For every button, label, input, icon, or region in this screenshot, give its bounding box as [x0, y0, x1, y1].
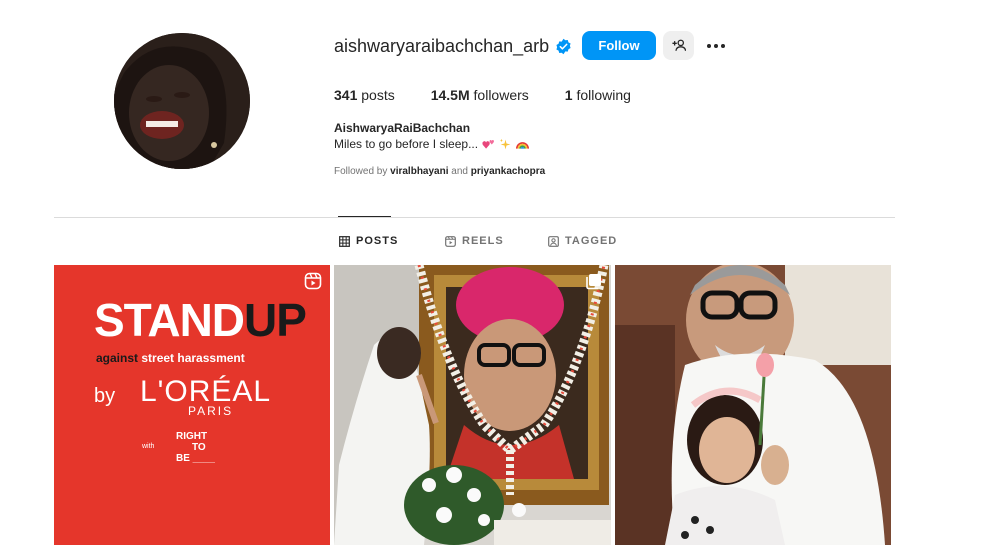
against-text: against	[96, 351, 139, 365]
post-image	[334, 265, 611, 545]
profile-stats: 341 posts 14.5M followers 1 following	[334, 86, 667, 104]
posts-count: 341	[334, 87, 358, 103]
following-label: following	[576, 87, 631, 103]
grid-icon	[339, 235, 350, 247]
followers-label: followers	[473, 87, 529, 103]
profile-full-name: AishwaryaRaiBachchan	[334, 121, 471, 135]
followers-count-stat[interactable]: 14.5M followers	[431, 86, 529, 104]
street-text: street harassment	[141, 351, 245, 365]
active-tab-indicator	[338, 216, 391, 217]
followed-by-user-link[interactable]: viralbhayani	[390, 166, 448, 177]
tagged-icon	[548, 235, 559, 247]
following-count-stat[interactable]: 1 following	[565, 86, 631, 104]
tab-tagged-label: TAGGED	[565, 235, 618, 247]
tab-reels-label: REELS	[462, 235, 504, 247]
sparkles-icon	[499, 138, 511, 149]
carousel-icon	[586, 274, 601, 290]
post-tile[interactable]	[615, 265, 891, 545]
profile-bio: Miles to go before I sleep...	[334, 137, 530, 151]
post-headline: STANDUP	[94, 294, 307, 346]
posts-label: posts	[361, 87, 395, 103]
by-text: by	[94, 385, 116, 407]
dot-icon	[714, 44, 718, 48]
paris-text: PARIS	[188, 404, 234, 418]
tab-tagged[interactable]: TAGGED	[548, 235, 617, 247]
bio-text: Miles to go before I sleep...	[334, 137, 479, 151]
suggested-accounts-button[interactable]	[663, 31, 694, 60]
rainbow-icon	[516, 141, 530, 149]
profile-avatar[interactable]	[114, 33, 250, 169]
follow-button[interactable]: Follow	[582, 31, 656, 60]
followers-count: 14.5M	[430, 87, 470, 103]
profile-username: aishwaryaraibachchan_arb	[334, 35, 572, 57]
following-count: 1	[564, 87, 573, 103]
tab-reels[interactable]: REELS	[445, 235, 504, 247]
right-text: RIGHT	[176, 431, 208, 442]
tab-posts-label: POSTS	[356, 235, 399, 247]
post-tile[interactable]	[334, 265, 611, 545]
posts-count-stat: 341 posts	[334, 86, 395, 104]
right-to-be-logo: RIGHT TO BE ____	[176, 431, 215, 464]
dot-icon	[707, 44, 711, 48]
post-image	[615, 265, 891, 545]
avatar-image	[114, 33, 250, 169]
to-text: TO	[192, 442, 206, 453]
add-person-icon	[671, 39, 686, 51]
dot-icon	[721, 44, 725, 48]
post-subline: against street harassment	[96, 351, 245, 365]
tab-posts[interactable]: POSTS	[339, 235, 398, 247]
followed-by-text[interactable]: Followed by viralbhayani and priyankacho…	[334, 166, 545, 177]
two-hearts-icon	[482, 139, 495, 149]
followed-by-and: and	[451, 166, 468, 177]
with-text: with	[142, 443, 155, 450]
up-text: UP	[244, 294, 307, 346]
tabs-divider	[54, 217, 895, 218]
stand-text: STAND	[94, 294, 245, 346]
more-options-button[interactable]	[704, 36, 728, 56]
verified-badge-icon	[556, 38, 571, 54]
username-text: aishwaryaraibachchan_arb	[334, 36, 550, 56]
reels-icon	[445, 235, 456, 247]
reel-icon	[304, 272, 322, 290]
post-tile[interactable]: STANDUP against street harassment by L'O…	[54, 265, 330, 545]
followed-by-prefix: Followed by	[334, 166, 388, 177]
be-text: BE ____	[176, 453, 215, 464]
followed-by-user-link[interactable]: priyankachopra	[471, 166, 545, 177]
